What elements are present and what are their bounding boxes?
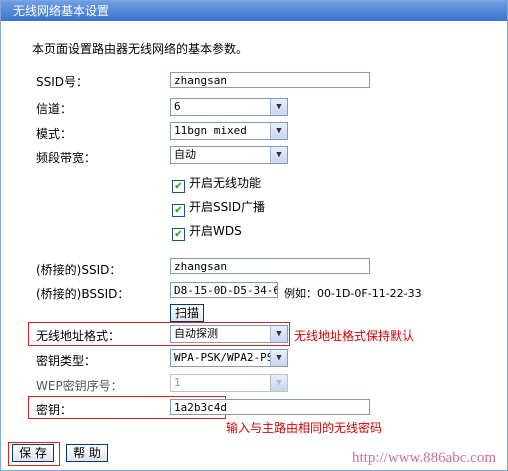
enable-wds-checkbox[interactable]: ✔ 开启WDS [172, 222, 242, 241]
key-type-select[interactable]: WPA-PSK/WPA2-PSK ▼ [170, 349, 288, 367]
wep-key-index-select[interactable]: 1 ▼ [170, 374, 288, 392]
checkmark-icon[interactable]: ✔ [172, 204, 185, 217]
address-format-note: 无线地址格式保持默认 [294, 329, 415, 343]
page-description: 本页面设置路由器无线网络的基本参数。 [32, 42, 249, 56]
wep-key-index-value: 1 [174, 376, 181, 389]
panel-title: 无线网络基本设置 [13, 4, 110, 18]
bandwidth-value: 自动 [174, 148, 196, 161]
channel-label: 信道： [36, 102, 73, 116]
checkmark-icon[interactable]: ✔ [172, 228, 185, 241]
channel-select[interactable]: 6 ▼ [170, 98, 288, 116]
checkmark-icon[interactable]: ✔ [172, 180, 185, 193]
bssid-example: 例如：00-1D-0F-11-22-33 [284, 287, 422, 300]
bandwidth-label: 频段带宽： [36, 151, 97, 165]
help-button[interactable]: 帮 助 [66, 444, 108, 462]
ssid-label: SSID号： [36, 75, 89, 89]
enable-wireless-label: 开启无线功能 [189, 176, 262, 190]
chevron-down-icon[interactable]: ▼ [270, 350, 287, 366]
address-format-value: 自动探测 [174, 327, 218, 340]
save-button[interactable]: 保 存 [12, 444, 54, 462]
mode-value: 11bgn mixed [174, 124, 247, 137]
chevron-down-icon[interactable]: ▼ [270, 375, 287, 391]
address-format-select[interactable]: 自动探测 ▼ [170, 325, 288, 343]
chevron-down-icon[interactable]: ▼ [270, 147, 287, 163]
key-type-value: WPA-PSK/WPA2-PSK [174, 351, 280, 364]
key-label: 密钥： [36, 403, 73, 417]
bridged-ssid-label: (桥接的)SSID： [36, 263, 122, 277]
bridged-ssid-input[interactable]: zhangsan [170, 258, 370, 274]
key-type-label: 密钥类型： [36, 354, 97, 368]
wep-key-index-label: WEP密钥序号： [36, 379, 123, 393]
bandwidth-select[interactable]: 自动 ▼ [170, 146, 288, 164]
mode-select[interactable]: 11bgn mixed ▼ [170, 122, 288, 140]
enable-wireless-checkbox[interactable]: ✔ 开启无线功能 [172, 174, 261, 193]
bridged-bssid-input[interactable]: D8-15-0D-D5-34-6A [170, 282, 278, 298]
chevron-down-icon[interactable]: ▼ [270, 326, 287, 342]
enable-wds-label: 开启WDS [189, 224, 242, 238]
chevron-down-icon[interactable]: ▼ [270, 99, 287, 115]
watermark: http://www.886abc.com [351, 450, 496, 466]
panel-title-bar: 无线网络基本设置 [1, 1, 507, 21]
enable-ssid-broadcast-checkbox[interactable]: ✔ 开启SSID广播 [172, 198, 265, 217]
enable-ssid-broadcast-label: 开启SSID广播 [189, 200, 266, 214]
bridged-bssid-label: (桥接的)BSSID： [36, 287, 130, 301]
scan-button[interactable]: 扫描 [170, 304, 204, 322]
address-format-label: 无线地址格式： [36, 329, 121, 343]
chevron-down-icon[interactable]: ▼ [270, 123, 287, 139]
key-input[interactable]: 1a2b3c4d [170, 399, 370, 415]
mode-label: 模式： [36, 127, 73, 141]
channel-value: 6 [174, 100, 181, 113]
key-note: 输入与主路由相同的无线密码 [226, 421, 383, 435]
ssid-input[interactable]: zhangsan [170, 72, 370, 88]
